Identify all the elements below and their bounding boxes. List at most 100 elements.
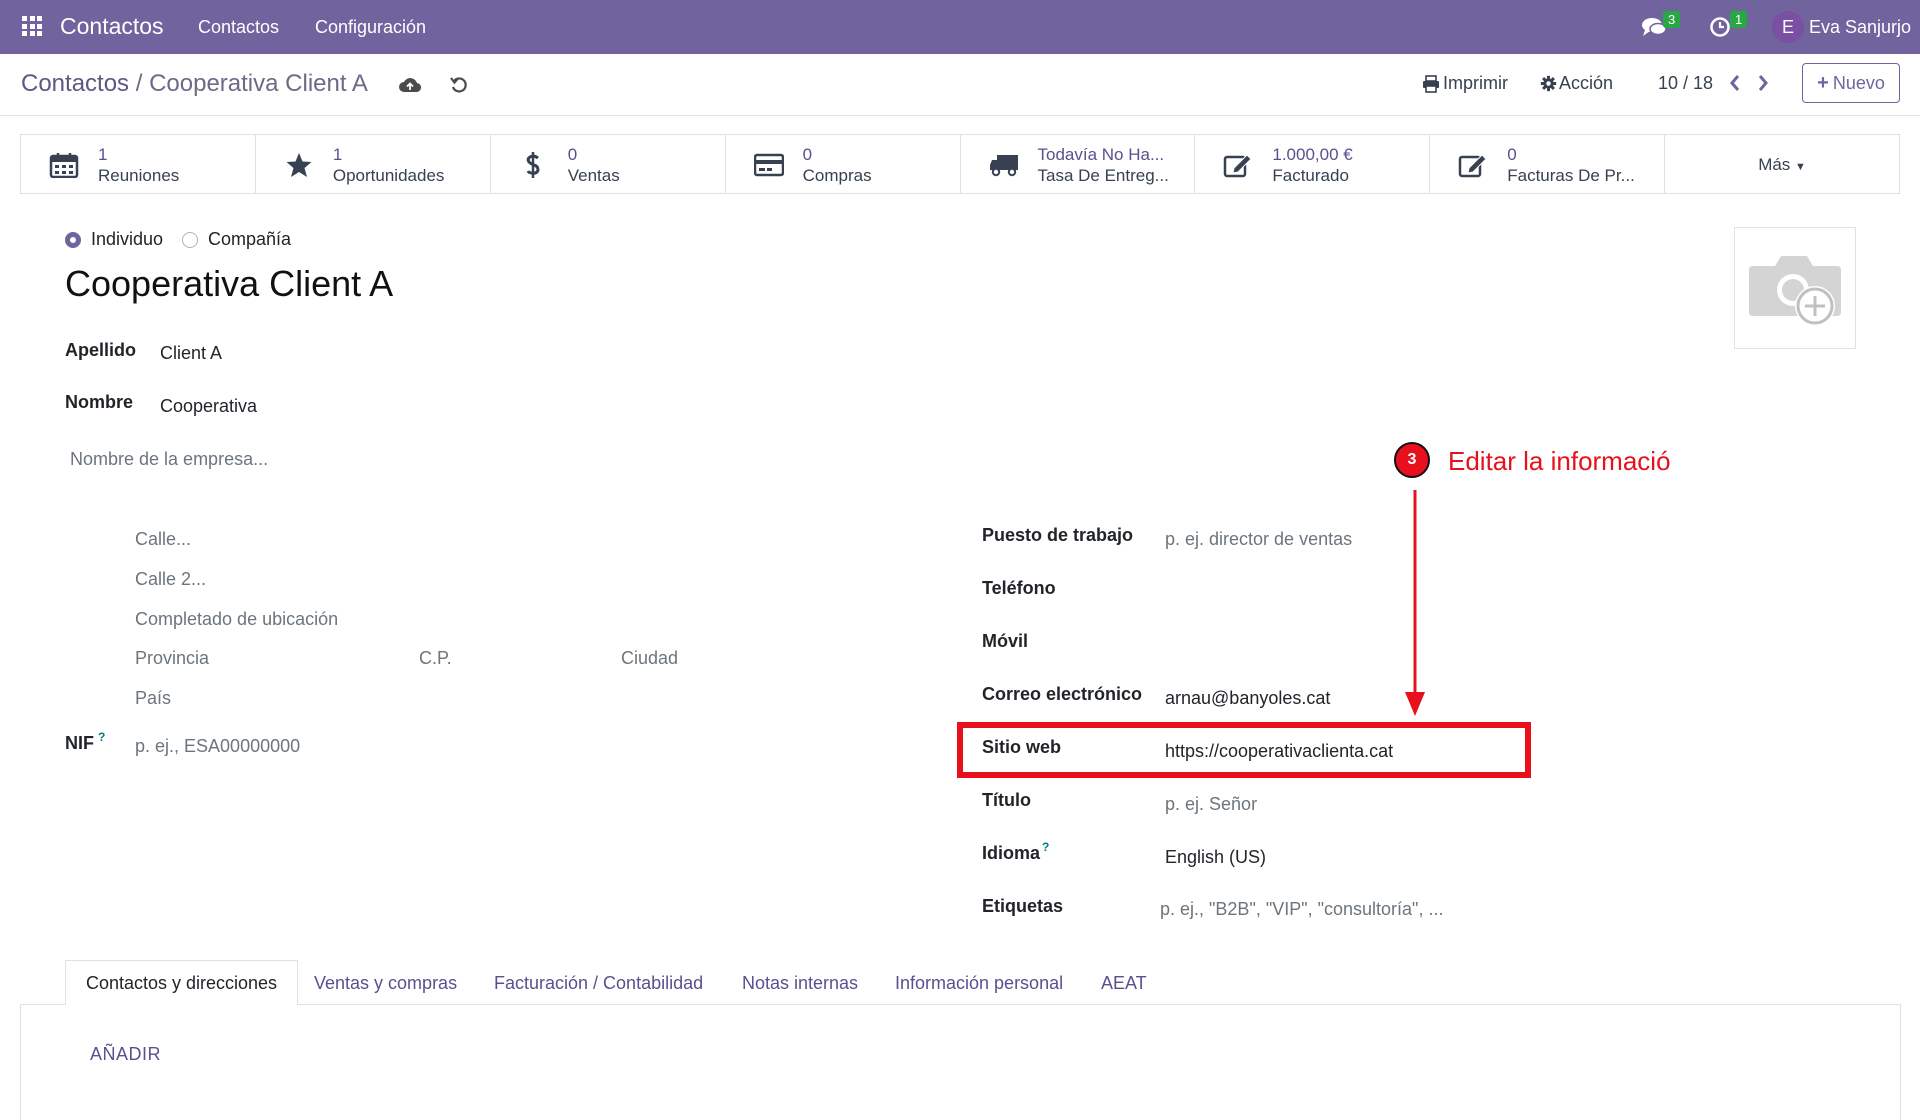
edit-icon xyxy=(1459,154,1487,178)
vat-field[interactable]: p. ej., ESA00000000 xyxy=(135,736,300,757)
messages-badge: 3 xyxy=(1663,11,1681,28)
star-icon xyxy=(286,153,312,177)
smart-button-label: Facturas De Pr... xyxy=(1507,166,1635,185)
user-avatar[interactable]: E xyxy=(1772,11,1804,43)
add-contact-button[interactable]: AÑADIR xyxy=(90,1044,161,1065)
smart-button-facturas-proveedor[interactable]: 0 Facturas De Pr... xyxy=(1430,135,1666,193)
radio-company-label[interactable]: Compañía xyxy=(208,229,291,250)
print-icon[interactable] xyxy=(1422,75,1440,93)
smart-button-more[interactable]: Más ▼ xyxy=(1665,135,1899,193)
job-position-label: Puesto de trabajo xyxy=(982,525,1134,545)
vat-help-tooltip[interactable]: ? xyxy=(98,730,105,744)
dollar-icon xyxy=(526,152,540,178)
plus-icon: + xyxy=(1817,71,1829,94)
zip-field[interactable]: C.P. xyxy=(419,648,452,669)
smart-button-tasa-entrega[interactable]: Todavía No Ha... Tasa De Entreg... xyxy=(961,135,1196,193)
smart-button-facturado[interactable]: 1.000,00 € Facturado xyxy=(1195,135,1431,193)
language-field[interactable]: English (US) xyxy=(1165,847,1266,868)
caret-down-icon: ▼ xyxy=(1795,161,1806,173)
annotation-highlight-box xyxy=(957,722,1531,778)
tabs-divider xyxy=(20,1004,1900,1005)
activities-badge: 1 xyxy=(1730,11,1748,28)
smart-button-compras[interactable]: 0 Compras xyxy=(726,135,961,193)
new-record-label: Nuevo xyxy=(1832,72,1885,93)
tab-notas-internas[interactable]: Notas internas xyxy=(742,973,858,994)
pager-next-icon[interactable] xyxy=(1757,74,1769,92)
street-field[interactable]: Calle... xyxy=(135,529,191,550)
smart-button-label: Oportunidades xyxy=(332,166,445,185)
user-name[interactable]: Eva Sanjurjo xyxy=(1809,17,1911,38)
smart-button-label: Compras xyxy=(802,166,872,185)
state-field[interactable]: Provincia xyxy=(135,648,209,669)
menu-contactos[interactable]: Contactos xyxy=(198,17,279,38)
gear-icon[interactable] xyxy=(1540,75,1557,92)
sheet-right-border xyxy=(1900,1004,1901,1120)
sheet-left-border xyxy=(20,1004,21,1120)
smart-button-value: 1 xyxy=(332,145,343,164)
save-cloud-icon[interactable] xyxy=(399,76,421,94)
tab-ventas-compras[interactable]: Ventas y compras xyxy=(314,973,457,994)
pager-previous-icon[interactable] xyxy=(1729,74,1741,92)
tags-label: Etiquetas xyxy=(982,896,1064,916)
apellido-field[interactable]: Client A xyxy=(160,343,222,364)
nombre-label: Nombre xyxy=(65,392,134,412)
print-button[interactable]: Imprimir xyxy=(1443,73,1508,94)
clock-icon[interactable] xyxy=(1709,16,1731,38)
job-position-field[interactable]: p. ej. director de ventas xyxy=(1165,529,1352,550)
radio-individual-label[interactable]: Individuo xyxy=(91,229,163,250)
app-name[interactable]: Contactos xyxy=(60,13,164,40)
radio-company[interactable] xyxy=(182,232,198,248)
smart-button-ventas[interactable]: 0 Ventas xyxy=(491,135,726,193)
tags-field[interactable]: p. ej., "B2B", "VIP", "consultoría", ... xyxy=(1160,899,1443,920)
credit-card-icon xyxy=(753,153,784,177)
mobile-label: Móvil xyxy=(982,631,1029,651)
vat-label: NIF xyxy=(65,733,94,753)
annotation-arrow-icon xyxy=(1405,490,1425,716)
city-field[interactable]: Ciudad xyxy=(621,648,678,669)
apellido-label: Apellido xyxy=(65,340,136,360)
smart-button-value: 0 xyxy=(802,145,813,164)
edit-icon xyxy=(1224,154,1253,178)
company-name-field[interactable]: Nombre de la empresa... xyxy=(70,449,268,470)
record-title[interactable]: Cooperativa Client A xyxy=(65,263,393,305)
nombre-field[interactable]: Cooperativa xyxy=(160,396,257,417)
annotation-text: Editar la informació xyxy=(1448,446,1671,476)
apps-menu-icon[interactable] xyxy=(22,16,42,36)
breadcrumb-current: Cooperativa Client A xyxy=(149,70,368,97)
smart-button-label: Reuniones xyxy=(98,166,180,185)
street2-field[interactable]: Calle 2... xyxy=(135,569,206,590)
discard-undo-icon[interactable] xyxy=(449,75,469,95)
calendar-icon xyxy=(49,153,79,178)
smart-buttons-bar: 1 Reuniones 1 Oportunidades 0 Ventas 0 C… xyxy=(20,134,1900,194)
truck-icon xyxy=(989,155,1018,177)
tab-facturacion-contabilidad[interactable]: Facturación / Contabilidad xyxy=(494,973,703,994)
smart-button-oportunidades[interactable]: 1 Oportunidades xyxy=(256,135,491,193)
language-label: Idioma xyxy=(982,843,1041,863)
new-record-button[interactable]: + Nuevo xyxy=(1802,63,1900,103)
breadcrumb-separator: / xyxy=(135,70,143,97)
smart-button-label: Facturado xyxy=(1272,166,1349,185)
location-autocomplete-field[interactable]: Completado de ubicación xyxy=(135,609,338,630)
tab-informacion-personal[interactable]: Información personal xyxy=(895,973,1063,994)
menu-configuracion[interactable]: Configuración xyxy=(315,17,426,38)
pager-value[interactable]: 10 / 18 xyxy=(1658,73,1713,94)
control-panel-divider xyxy=(0,115,1920,116)
language-help-tooltip[interactable]: ? xyxy=(1042,840,1049,854)
title-label: Título xyxy=(982,790,1031,810)
phone-label: Teléfono xyxy=(982,578,1056,598)
smart-button-reuniones[interactable]: 1 Reuniones xyxy=(21,135,256,193)
email-field[interactable]: arnau@banyoles.cat xyxy=(1165,688,1330,709)
title-field[interactable]: p. ej. Señor xyxy=(1165,794,1257,815)
country-field[interactable]: País xyxy=(135,688,171,709)
smart-button-value: 0 xyxy=(567,145,578,164)
action-button[interactable]: Acción xyxy=(1559,73,1613,94)
smart-button-label: Ventas xyxy=(567,166,620,185)
smart-button-value: 1 xyxy=(98,145,108,164)
radio-individual[interactable] xyxy=(65,232,81,248)
image-upload[interactable] xyxy=(1734,227,1856,349)
breadcrumb-root[interactable]: Contactos xyxy=(21,70,129,97)
tab-aeat[interactable]: AEAT xyxy=(1101,973,1147,994)
tab-contactos-direcciones[interactable]: Contactos y direcciones xyxy=(65,960,298,1005)
smart-button-value: Todavía No Ha... xyxy=(1037,145,1165,164)
annotation-step-badge: 3 xyxy=(1394,442,1430,478)
